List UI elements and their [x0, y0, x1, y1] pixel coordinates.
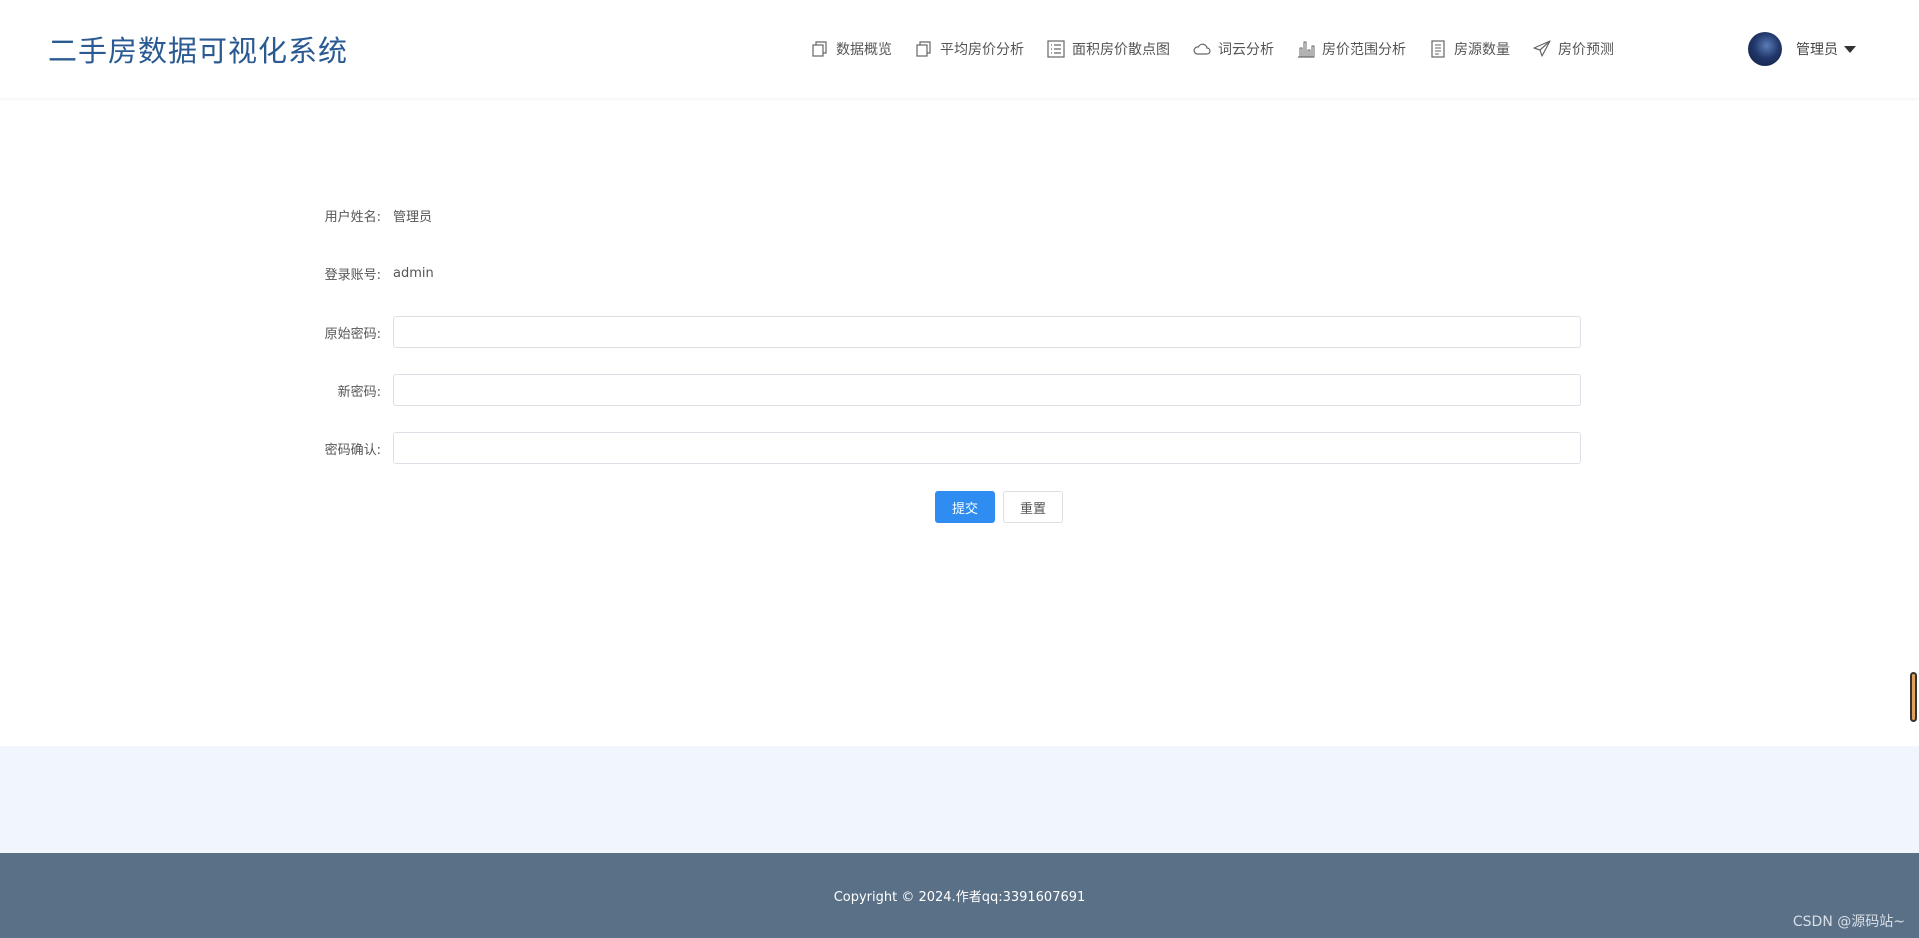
confirm-password-row: 密码确认:: [300, 431, 1581, 465]
copy-icon: [916, 41, 931, 57]
username-row: 用户姓名: 管理员: [300, 198, 432, 232]
nav-label: 房价预测: [1558, 42, 1614, 58]
footer: Copyright © 2024.作者qq:3391607691: [0, 853, 1919, 938]
nav-item-overview[interactable]: 数据概览: [810, 39, 892, 59]
nav-label: 平均房价分析: [940, 42, 1024, 58]
nav-item-prediction[interactable]: 房价预测: [1532, 39, 1614, 59]
cloud-icon: [1193, 43, 1211, 55]
account-label: 登录账号:: [324, 267, 381, 283]
top-header: 二手房数据可视化系统 数据概览 平均房价分析 面积房价散点图 词云分析 房价范围…: [0, 0, 1919, 98]
old-password-row: 原始密码:: [300, 315, 1581, 349]
nav-item-listing-count[interactable]: 房源数量: [1428, 39, 1510, 59]
list-icon: [1047, 40, 1065, 58]
nav-label: 房源数量: [1454, 42, 1510, 58]
username-label: 用户姓名:: [324, 209, 381, 225]
submit-button[interactable]: 提交: [935, 491, 995, 523]
username-value: 管理员: [393, 209, 433, 225]
nav-label: 词云分析: [1218, 42, 1274, 58]
copyright-text: Copyright © 2024.作者qq:3391607691: [833, 890, 1086, 905]
nav-label: 数据概览: [836, 42, 892, 58]
account-row: 登录账号: admin: [300, 256, 434, 290]
new-password-label: 新密码:: [337, 384, 381, 400]
new-password-row: 新密码:: [300, 373, 1581, 407]
nav-item-avg-price[interactable]: 平均房价分析: [914, 39, 1024, 59]
old-password-label: 原始密码:: [324, 326, 381, 342]
user-name[interactable]: 管理员: [1796, 39, 1838, 59]
footer-spacer: [0, 746, 1919, 853]
watermark-text: CSDN @源码站~: [1792, 914, 1905, 930]
send-icon: [1533, 40, 1551, 57]
nav-label: 面积房价散点图: [1072, 42, 1170, 58]
document-icon: [1431, 40, 1445, 58]
avatar[interactable]: [1748, 32, 1782, 66]
nav-label: 房价范围分析: [1322, 42, 1406, 58]
new-password-input[interactable]: [393, 374, 1581, 406]
nav-item-wordcloud[interactable]: 词云分析: [1192, 39, 1274, 59]
user-menu[interactable]: 管理员: [1748, 32, 1856, 66]
confirm-password-input[interactable]: [393, 432, 1581, 464]
nav-item-scatter[interactable]: 面积房价散点图: [1046, 39, 1170, 59]
reset-button[interactable]: 重置: [1003, 491, 1063, 523]
confirm-password-label: 密码确认:: [324, 442, 381, 458]
caret-down-icon[interactable]: [1844, 45, 1856, 53]
copy-icon: [812, 41, 827, 57]
bar-chart-icon: [1298, 41, 1315, 58]
app-title[interactable]: 二手房数据可视化系统: [48, 28, 348, 70]
old-password-input[interactable]: [393, 316, 1581, 348]
scrollbar-thumb[interactable]: [1910, 672, 1917, 722]
account-value: admin: [393, 265, 434, 281]
nav-item-price-range[interactable]: 房价范围分析: [1296, 39, 1406, 59]
main-nav: 数据概览 平均房价分析 面积房价散点图 词云分析 房价范围分析 房源数量 房价预…: [810, 36, 1636, 62]
